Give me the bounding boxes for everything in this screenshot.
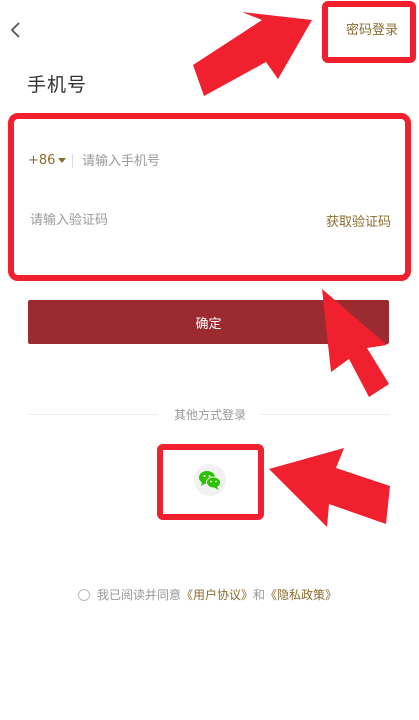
back-button[interactable] [4, 16, 30, 44]
agreement-and: 和 [253, 588, 266, 602]
agreement-row: 我已阅读并同意 《用户协议》 和 《隐私政策》 [78, 586, 337, 603]
user-agreement-link[interactable]: 《用户协议》 [181, 586, 253, 603]
agreement-radio[interactable] [78, 588, 90, 601]
agreement-prefix: 我已阅读并同意 [97, 588, 182, 602]
highlight-login-form [8, 113, 411, 281]
page-title: 手机号 [27, 74, 88, 96]
annotation-arrows [193, 12, 390, 527]
arrow-to-wechat [269, 448, 390, 527]
highlight-password-login [322, 1, 416, 63]
divider-left [28, 414, 158, 415]
divider-right [260, 414, 390, 415]
privacy-policy-link[interactable]: 《隐私政策》 [265, 586, 337, 603]
confirm-button[interactable]: 确定 [28, 300, 389, 344]
highlight-wechat [157, 444, 264, 520]
chevron-left-icon [10, 22, 20, 38]
other-login-label: 其他方式登录 [173, 408, 246, 422]
arrow-to-password-login [193, 12, 312, 96]
